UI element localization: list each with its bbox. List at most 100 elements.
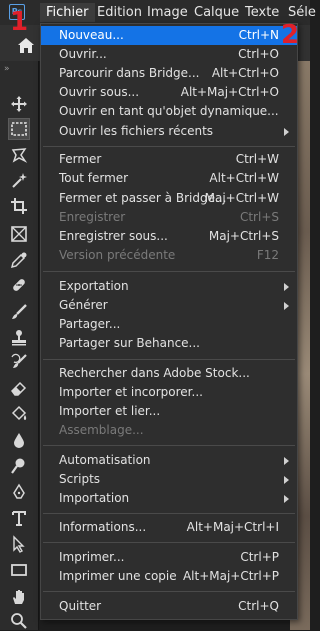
menu-item-label: Imprimer une copie [59, 569, 177, 583]
menu-item-fichiers-recents[interactable]: Ouvrir les fichiers récents [41, 122, 297, 141]
menu-item-label: Importation [59, 491, 130, 505]
menu-item-label: Ouvrir en tant qu'objet dynamique... [59, 104, 279, 118]
menu-item-label: Importer et lier... [59, 404, 161, 418]
menu-item-label: Quitter [59, 599, 102, 613]
menu-separator [43, 591, 295, 592]
magic-wand-icon[interactable] [9, 170, 29, 190]
menu-item-label: Version précédente [59, 248, 176, 262]
marquee-icon[interactable] [8, 118, 30, 140]
menu-separator [43, 542, 295, 543]
menu-item-label: Scripts [59, 472, 101, 486]
pen-icon[interactable] [9, 482, 29, 502]
menu-item-shortcut: F12 [256, 248, 279, 262]
crop-icon[interactable] [9, 196, 29, 216]
menu-item-fermer[interactable]: Fermer Ctrl+W [41, 150, 297, 169]
path-selection-icon[interactable] [9, 534, 29, 554]
menu-item-quitter[interactable]: Quitter Ctrl+Q [41, 597, 297, 616]
menu-item-assemblage: Assemblage... [41, 421, 297, 440]
menu-item-scripts[interactable]: Scripts [41, 470, 297, 489]
lasso-icon[interactable] [9, 145, 29, 165]
annotation-badge-1: 1 [10, 7, 29, 37]
menu-item-partager[interactable]: Partager... [41, 315, 297, 334]
healing-brush-icon[interactable] [9, 275, 29, 295]
menu-fichier[interactable]: Fichier [40, 3, 95, 22]
hand-icon[interactable] [9, 587, 29, 607]
menu-item-label: Fermer et passer à Bridge... [59, 191, 227, 205]
menu-item-ouvrir[interactable]: Ouvrir... Ctrl+O [41, 45, 297, 64]
menu-item-exportation[interactable]: Exportation [41, 277, 297, 296]
menu-item-shortcut: Maj+Ctrl+W [204, 191, 279, 205]
submenu-arrow-icon [284, 495, 289, 503]
menu-item-label: Fermer [59, 152, 102, 166]
menu-item-enregistrer-sous[interactable]: Enregistrer sous... Maj+Ctrl+S [41, 227, 297, 246]
menu-item-automatisation[interactable]: Automatisation [41, 451, 297, 470]
menu-item-label: Tout fermer [59, 171, 129, 185]
menu-item-partager-behance[interactable]: Partager sur Behance... [41, 334, 297, 353]
rectangle-icon[interactable] [9, 560, 29, 580]
menu-item-importation[interactable]: Importation [41, 489, 297, 508]
menu-item-imprimer[interactable]: Imprimer... Ctrl+P [41, 548, 297, 567]
menu-item-label: Rechercher dans Adobe Stock... [59, 366, 250, 380]
menu-item-imprimer-copie[interactable]: Imprimer une copie Alt+Maj+Ctrl+P [41, 567, 297, 586]
menu-item-nouveau[interactable]: Nouveau... Ctrl+N [41, 26, 297, 45]
menu-item-label: Informations... [59, 520, 147, 534]
menu-item-shortcut: Ctrl+P [240, 550, 279, 564]
home-icon[interactable] [17, 37, 35, 55]
menu-separator [43, 271, 295, 272]
menu-item-label: Partager sur Behance... [59, 336, 200, 350]
menu-item-enregistrer: Enregistrer Ctrl+S [41, 208, 297, 227]
collapse-panel-icon[interactable]: » [4, 64, 9, 74]
menu-item-shortcut: Ctrl+W [235, 152, 279, 166]
menu-texte[interactable]: Texte [239, 3, 285, 22]
menu-item-ouvrir-objet-dynamique[interactable]: Ouvrir en tant qu'objet dynamique... [41, 102, 297, 121]
menu-item-label: Parcourir dans Bridge... [59, 66, 200, 80]
menu-item-shortcut: Maj+Ctrl+S [208, 229, 279, 243]
submenu-arrow-icon [284, 476, 289, 484]
menu-item-ouvrir-sous[interactable]: Ouvrir sous... Alt+Maj+Ctrl+O [41, 83, 297, 102]
submenu-arrow-icon [284, 128, 289, 136]
menu-edition[interactable]: Edition [91, 3, 148, 22]
menu-item-label: Imprimer... [59, 550, 125, 564]
menu-item-generer[interactable]: Générer [41, 296, 297, 315]
menu-item-tout-fermer[interactable]: Tout fermer Alt+Ctrl+W [41, 169, 297, 188]
brush-icon[interactable] [9, 302, 29, 322]
submenu-arrow-icon [284, 302, 289, 310]
menu-item-adobe-stock[interactable]: Rechercher dans Adobe Stock... [41, 364, 297, 383]
annotation-badge-2: 2 [281, 20, 300, 50]
menu-item-label: Ouvrir les fichiers récents [59, 124, 214, 138]
menu-image[interactable]: Image [141, 3, 194, 22]
menu-item-label: Importer et incorporer... [59, 385, 203, 399]
history-brush-icon[interactable] [9, 352, 29, 372]
menu-calque[interactable]: Calque [188, 3, 245, 22]
clone-stamp-icon[interactable] [9, 328, 29, 348]
eyedropper-icon[interactable] [9, 250, 29, 270]
type-icon[interactable] [9, 508, 29, 528]
menu-item-shortcut: Alt+Maj+Ctrl+P [182, 569, 279, 583]
submenu-arrow-icon [284, 457, 289, 465]
menu-item-label: Assemblage... [59, 423, 144, 437]
menu-item-label: Partager... [59, 317, 121, 331]
menu-item-importer-lier[interactable]: Importer et lier... [41, 402, 297, 421]
menu-item-label: Générer [59, 298, 108, 312]
submenu-arrow-icon [284, 283, 289, 291]
menu-item-label: Enregistrer [59, 210, 126, 224]
blur-icon[interactable] [9, 430, 29, 450]
menu-item-parcourir-bridge[interactable]: Parcourir dans Bridge... Alt+Ctrl+O [41, 64, 297, 83]
menu-item-label: Automatisation [59, 453, 151, 467]
eraser-icon[interactable] [9, 378, 29, 398]
move-icon[interactable] [9, 94, 29, 114]
menu-item-fermer-bridge[interactable]: Fermer et passer à Bridge... Maj+Ctrl+W [41, 189, 297, 208]
menu-item-label: Ouvrir... [59, 47, 107, 61]
paint-bucket-icon[interactable] [9, 404, 29, 424]
fichier-dropdown-menu: Nouveau... Ctrl+N Ouvrir... Ctrl+O Parco… [40, 23, 298, 620]
menu-item-shortcut: Ctrl+O [238, 47, 279, 61]
dodge-icon[interactable] [9, 456, 29, 476]
menu-item-informations[interactable]: Informations... Alt+Maj+Ctrl+I [41, 518, 297, 537]
menu-item-version-precedente: Version précédente F12 [41, 246, 297, 265]
zoom-icon[interactable] [9, 611, 29, 631]
menu-separator [43, 445, 295, 446]
menu-separator [43, 359, 295, 360]
menu-item-shortcut: Alt+Maj+Ctrl+O [180, 85, 279, 99]
frame-icon[interactable] [9, 224, 29, 244]
menu-item-importer-incorporer[interactable]: Importer et incorporer... [41, 383, 297, 402]
